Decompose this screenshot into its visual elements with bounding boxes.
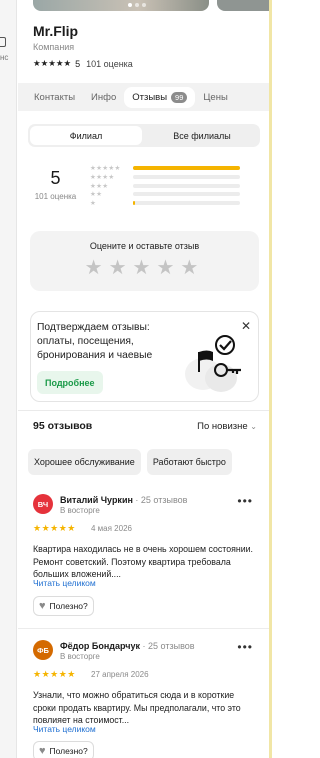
tab-bar: Контакты Инфо Отзывы 99 Цены [18,83,269,111]
branch-toggle: Филиал Все филиалы [28,124,260,147]
rating-summary-value: 5 [50,168,61,188]
business-name: Mr.Flip [33,23,79,39]
histogram-row: ★★★★★ [90,164,240,173]
review-confirm-card: Подтверждаем отзывы: оплаты, посещения, … [30,311,259,402]
more-options-icon[interactable]: ••• [237,640,253,654]
review-date: 4 мая 2026 [91,524,132,533]
chip-fast-work[interactable]: Работают быстро [146,449,232,475]
histogram-stars: ★★★★ [90,174,115,182]
rating-histogram: ★★★★★ ★★★★ ★★★ ★★ ★ [90,164,240,207]
histogram-bar [133,175,240,180]
histogram-row: ★★★★ [90,173,240,182]
histogram-stars: ★ [90,200,97,208]
map-edge [269,0,272,758]
read-more-link[interactable]: Читать целиком [33,724,96,734]
histogram-row: ★ [90,199,240,208]
review-tag-chips: Хорошее обслуживание Работают быстро [28,449,232,475]
tab-prices[interactable]: Цены [195,87,235,108]
rating-summary: 5 101 оценка [33,168,78,201]
heart-icon: ♥ [39,600,46,612]
business-rating[interactable]: ★★★★★ 5 101 оценка [33,58,133,69]
chevron-down-icon: ⌄ [250,422,257,431]
more-options-icon[interactable]: ••• [237,494,253,508]
tab-reviews[interactable]: Отзывы 99 [124,86,196,108]
heart-icon: ♥ [39,745,46,757]
rating-value: 5 [75,58,81,69]
histogram-bar [133,201,240,206]
sort-label: По новизне [197,421,248,432]
confirm-card-text: Подтверждаем отзывы: оплаты, посещения, … [37,322,153,361]
close-icon[interactable]: ✕ [241,319,251,333]
review-text: Узнали, что можно обратиться сюда и в ко… [33,690,241,725]
bookmark-icon[interactable] [0,37,6,47]
branch-button[interactable]: Филиал [30,126,142,145]
rating-summary-count: 101 оценка [34,192,77,201]
photo-carousel[interactable] [18,0,269,12]
reviewer-status: В восторге [60,652,100,661]
review-date: 27 апреля 2026 [91,670,149,679]
rate-prompt-question: Оцените и оставьте отзыв [89,241,200,251]
all-branches-button[interactable]: Все филиалы [146,126,258,145]
rating-count: 101 оценка [86,58,133,69]
section-divider [18,410,269,411]
review-separator [18,628,269,629]
left-sidebar-strip: нс [0,0,17,758]
histogram-bar [133,192,240,197]
tab-reviews-label: Отзывы [132,91,168,103]
histogram-bar [133,166,240,171]
reviewer-name[interactable]: Виталий Чуркин · 25 отзывов [60,495,187,505]
business-category: Компания [33,42,75,52]
reviewer-status: В восторге [60,506,100,515]
sort-dropdown[interactable]: По новизне ⌄ [197,421,257,432]
reviewer-name[interactable]: Фёдор Бондарчук · 25 отзывов [60,641,195,651]
sidebar-label: нс [0,53,9,62]
histogram-stars: ★★ [90,191,103,199]
helpful-button[interactable]: ♥ Полезно? [33,596,94,616]
histogram-row: ★★ [90,190,240,199]
verified-reviews-illustration-icon [185,335,241,392]
review-stars: ★★★★★ [33,669,76,679]
histogram-fill [133,166,240,171]
helpful-label: Полезно? [49,601,88,611]
more-details-button[interactable]: Подробнее [37,371,103,394]
histogram-bar [133,183,240,188]
avatar[interactable]: ВЧ [33,494,53,514]
review-stars: ★★★★★ [33,523,76,533]
helpful-label: Полезно? [49,746,88,756]
photo-next[interactable] [217,0,269,11]
helpful-button[interactable]: ♥ Полезно? [33,741,94,758]
review-item: ФБ Фёдор Бондарчук · 25 отзывов В востор… [33,640,261,758]
chip-good-service[interactable]: Хорошее обслуживание [28,449,141,475]
review-text: Квартира находилась не в очень хорошем с… [33,544,254,579]
histogram-stars: ★★★ [90,182,109,190]
rating-stars-icon: ★★★★★ [33,58,72,68]
histogram-fill [133,201,136,206]
reviews-count-badge: 99 [171,91,188,103]
rate-stars-input[interactable]: ★★★★★ [30,255,259,280]
rate-prompt-card: Оцените и оставьте отзыв ★★★★★ [30,231,259,291]
reviews-count-heading: 95 отзывов [33,420,93,432]
avatar[interactable]: ФБ [33,640,53,660]
photo-main[interactable] [33,0,209,11]
review-item: ВЧ Виталий Чуркин · 25 отзывов В восторг… [33,494,261,619]
tab-info[interactable]: Инфо [83,87,124,108]
carousel-dots [128,3,146,7]
read-more-link[interactable]: Читать целиком [33,578,96,588]
histogram-stars: ★★★★★ [90,165,121,173]
histogram-row: ★★★ [90,181,240,190]
business-card-panel: Mr.Flip Компания ★★★★★ 5 101 оценка Конт… [18,0,269,758]
tab-contacts[interactable]: Контакты [26,87,83,108]
